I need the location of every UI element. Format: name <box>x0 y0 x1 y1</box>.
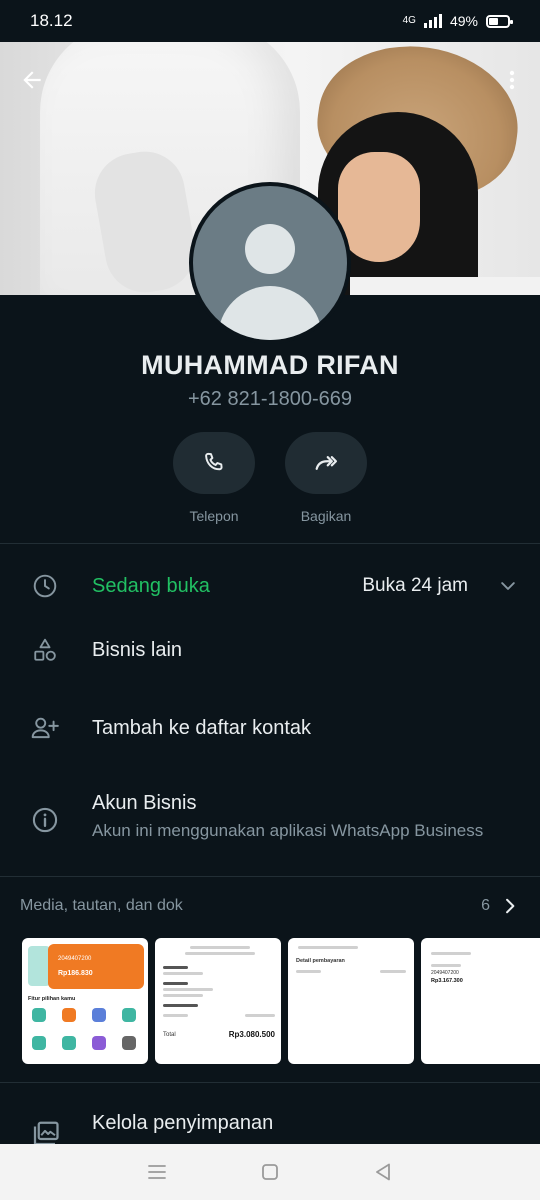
business-hours-row[interactable]: Sedang buka Buka 24 jam <box>0 562 540 610</box>
status-time: 18.12 <box>30 11 73 30</box>
thumb4-amount: Rp3.167.300 <box>431 978 463 984</box>
profile-avatar[interactable] <box>189 182 351 344</box>
open-status: Sedang buka <box>92 574 210 597</box>
status-indicators: 4G 49% <box>402 13 513 29</box>
chevron-right-icon <box>506 898 515 914</box>
back-button[interactable] <box>12 60 52 100</box>
media-thumbnail[interactable]: 2049407200 Rp3.167.300 <box>421 938 540 1064</box>
share-button[interactable]: Bagikan <box>285 432 367 524</box>
battery-level <box>489 17 498 25</box>
network-type: 4G <box>402 15 416 26</box>
system-back-button[interactable] <box>363 1152 403 1192</box>
profile-name: MUHAMMAD RIFAN <box>141 350 399 380</box>
media-thumbnail[interactable]: Detail pembayaran <box>288 938 414 1064</box>
profile-phone: +62 821-1800-669 <box>187 388 353 410</box>
add-contact-label: Tambah ke daftar kontak <box>92 716 312 739</box>
media-count: 6 <box>481 897 490 914</box>
share-label: Bagikan <box>300 508 352 524</box>
cover-face <box>338 152 420 262</box>
home-button[interactable] <box>250 1152 290 1192</box>
add-contact-row[interactable]: Tambah ke daftar kontak <box>0 704 540 752</box>
system-navigation-bar <box>0 1144 540 1200</box>
arrow-left-icon <box>23 71 41 89</box>
media-thumbnail[interactable]: 2049407200 Rp186.830 Fitur pilihan kamu <box>22 938 148 1064</box>
call-button[interactable]: Telepon <box>173 432 255 524</box>
open-hours: Buka 24 jam <box>362 575 468 596</box>
more-options-button[interactable] <box>492 60 532 100</box>
media-links-docs-header[interactable]: Media, tautan, dan dok 6 <box>20 896 520 916</box>
call-label: Telepon <box>189 508 239 524</box>
business-account-subtitle: Akun ini menggunakan aplikasi WhatsApp B… <box>92 821 484 840</box>
divider <box>0 1082 540 1083</box>
call-button-circle[interactable] <box>173 432 255 494</box>
more-vert-icon <box>509 70 515 90</box>
signal-icon <box>423 14 442 28</box>
default-avatar-icon <box>193 186 347 340</box>
info-icon <box>0 792 92 834</box>
phone-icon <box>205 452 223 471</box>
thumb1-balance: Rp186.830 <box>58 970 93 977</box>
home-square-icon <box>262 1164 278 1180</box>
media-thumbnails: 2049407200 Rp186.830 Fitur pilihan kamu … <box>22 938 540 1064</box>
divider <box>0 543 540 544</box>
back-triangle-icon <box>376 1163 391 1181</box>
status-bar: 18.12 4G 49% <box>0 0 540 42</box>
other-business-row[interactable]: Bisnis lain <box>0 626 540 674</box>
recents-button[interactable] <box>137 1152 177 1192</box>
battery-icon <box>486 14 513 28</box>
menu-lines-icon <box>147 1165 166 1179</box>
media-section-title: Media, tautan, dan dok <box>20 897 183 914</box>
media-thumbnail[interactable]: Total Rp3.080.500 <box>155 938 281 1064</box>
thumb1-section: Fitur pilihan kamu <box>28 996 76 1002</box>
thumb2-total-label: Total <box>163 1032 176 1038</box>
cover-shirt <box>350 277 540 295</box>
thumb2-total: Rp3.080.500 <box>228 1030 275 1039</box>
storage-folder-icon <box>0 1104 92 1148</box>
shapes-icon <box>0 637 92 663</box>
thumb4-account: 2049407200 <box>431 970 459 976</box>
clock-icon <box>0 573 92 599</box>
business-account-title: Akun Bisnis <box>92 792 197 814</box>
manage-storage-label: Kelola penyimpanan <box>92 1112 274 1134</box>
chevron-down-icon[interactable] <box>498 576 518 596</box>
share-button-circle[interactable] <box>285 432 367 494</box>
thumb3-section: Detail pembayaran <box>296 958 345 964</box>
divider <box>0 876 540 877</box>
action-buttons: Telepon Bagikan <box>0 432 540 524</box>
business-account-row[interactable]: Akun Bisnis Akun ini menggunakan aplikas… <box>0 792 540 850</box>
other-business-label: Bisnis lain <box>92 638 183 661</box>
manage-storage-row[interactable]: Kelola penyimpanan <box>0 1104 540 1146</box>
thumb1-account: 2049407200 <box>58 956 92 962</box>
share-icon <box>315 456 338 470</box>
battery-percent: 49% <box>449 13 478 29</box>
add-person-icon <box>0 715 92 741</box>
